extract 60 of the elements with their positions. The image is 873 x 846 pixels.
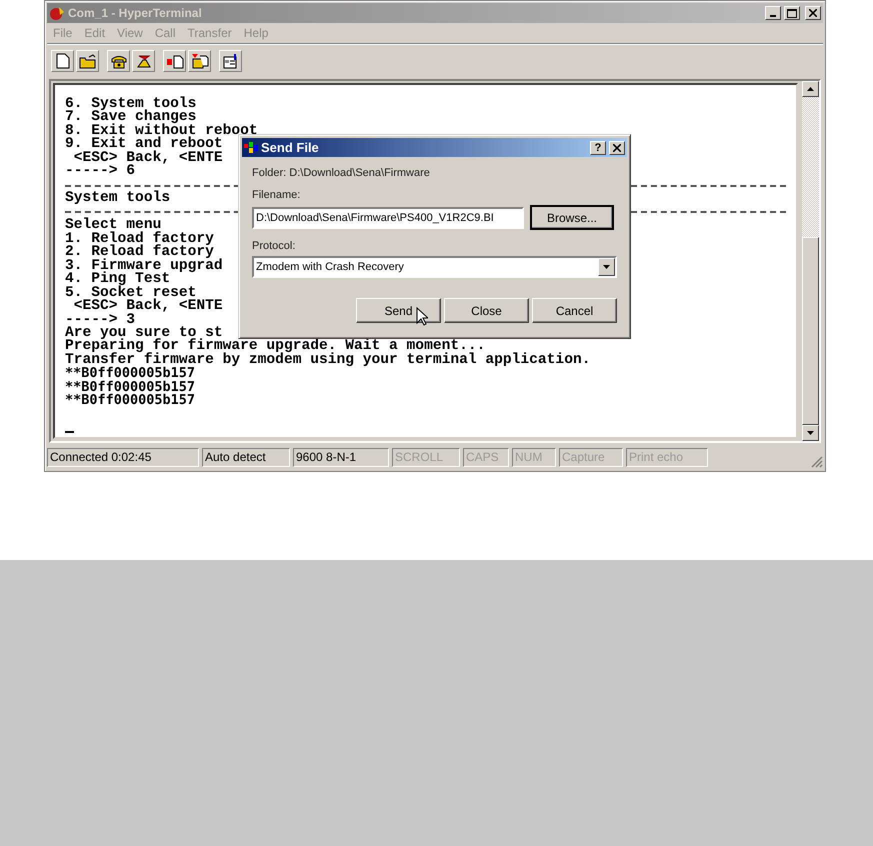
app-icon: [244, 142, 258, 154]
window-title: Com_1 - HyperTerminal: [68, 6, 203, 20]
scroll-thumb[interactable]: [802, 237, 819, 425]
receive-file-icon: [190, 53, 208, 69]
terminal-line: **B0ff000005b157: [65, 394, 196, 408]
status-field: Print echo: [626, 448, 708, 466]
terminal-line: <ESC> Back, <ENTE: [74, 300, 223, 314]
status-field: CAPS: [463, 448, 509, 466]
browse-button[interactable]: Browse...: [530, 205, 614, 230]
terminal-line: **B0ff000005b157: [65, 380, 196, 394]
status-field: Capture: [559, 448, 623, 466]
close-icon: [809, 9, 817, 17]
help-button[interactable]: ?: [590, 140, 606, 154]
properties-icon: [222, 53, 240, 69]
folder-icon: [78, 54, 96, 68]
filename-label: Filename:: [252, 188, 302, 203]
caret-icon: [603, 265, 610, 269]
status-field: NUM: [512, 448, 556, 466]
protocol-dropdown[interactable]: Zmodem with Crash Recovery: [252, 256, 617, 278]
toolbar-button[interactable]: [76, 50, 99, 72]
terminal-line: <ESC> Back, <ENTE: [74, 152, 223, 166]
close-icon: [613, 144, 621, 152]
dialog-title: Send File: [261, 140, 320, 155]
dialog-button[interactable]: Cancel: [532, 298, 617, 323]
toolbar-button[interactable]: [51, 50, 74, 72]
terminal-line: -----> 3: [65, 314, 136, 327]
status-field: SCROLL: [392, 448, 460, 466]
toolbar-button[interactable]: [163, 50, 186, 72]
scrollbar[interactable]: [802, 81, 819, 441]
scroll-down-button[interactable]: [802, 425, 819, 441]
toolbar-button[interactable]: [219, 50, 242, 72]
terminal-line: -----> 6: [65, 165, 136, 179]
folder-path: Folder: D:\Download\Sena\Firmware: [252, 166, 431, 181]
mouse-pointer-icon: [416, 307, 428, 326]
terminal-line: Transfer firmware by zmodem using your terminal application.: [65, 354, 590, 368]
terminal-line: System tools: [65, 192, 170, 206]
toolbar-button[interactable]: [132, 50, 155, 72]
protocol-label: Protocol:: [252, 239, 296, 254]
send-file-icon: [166, 54, 184, 68]
text-cursor: [65, 431, 74, 434]
terminal-line: 4. Ping Test: [65, 273, 170, 287]
dialog-button[interactable]: Send: [356, 298, 441, 323]
maximize-button[interactable]: [784, 6, 800, 20]
toolbar-button[interactable]: [188, 50, 211, 72]
close-button[interactable]: [609, 140, 625, 154]
down-arrow-icon: [807, 431, 814, 435]
scroll-up-button[interactable]: [802, 81, 819, 97]
status-field: Connected 0:02:45: [47, 448, 199, 466]
new-document-icon: [56, 53, 70, 69]
status-field: 9600 8-N-1: [293, 448, 389, 466]
toolbar-button[interactable]: [107, 50, 130, 72]
up-arrow-icon: [807, 87, 814, 91]
status-field: Auto detect: [202, 448, 290, 466]
minimize-button[interactable]: [765, 6, 781, 20]
close-button[interactable]: [805, 6, 821, 20]
resize-grip-icon: [811, 456, 823, 468]
filename-field[interactable]: D:\Download\Sena\Firmware\PS400_V1R2C9.BI: [252, 206, 524, 228]
dialog-button[interactable]: Close: [444, 298, 529, 323]
terminal-line: **B0ff000005b157: [65, 367, 196, 381]
maximize-icon: [787, 8, 797, 18]
